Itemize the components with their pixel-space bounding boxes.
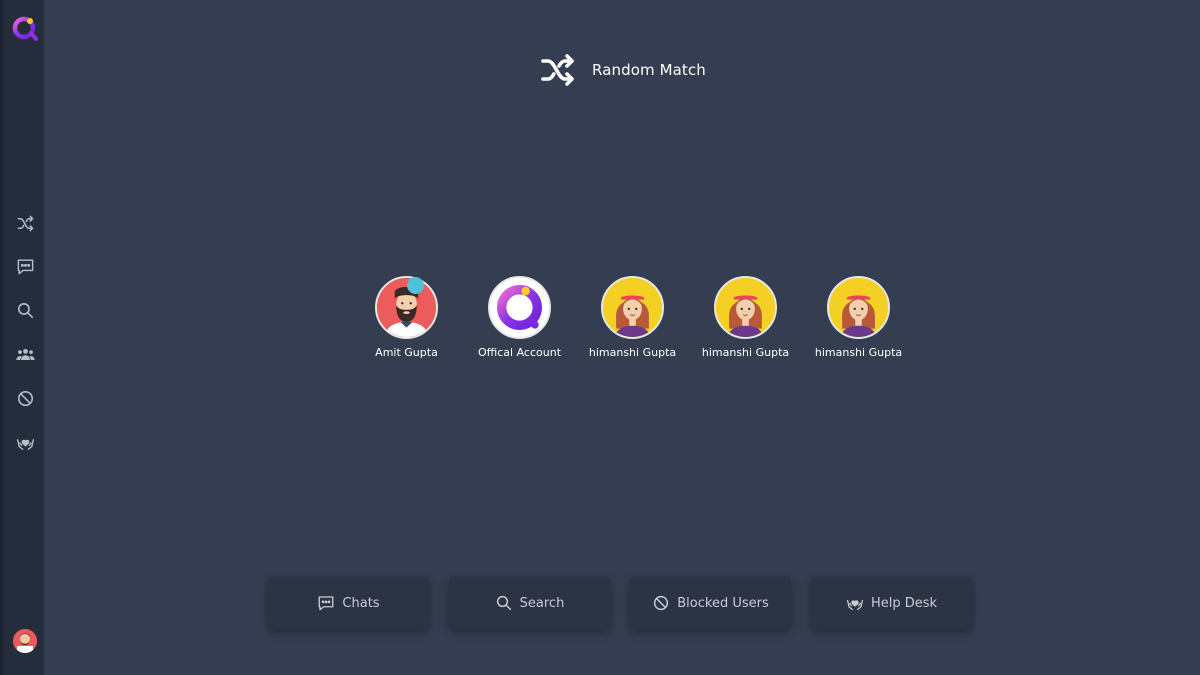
contact-item[interactable]: himanshi Gupta	[576, 276, 689, 359]
contact-item[interactable]: himanshi Gupta	[802, 276, 915, 359]
blocked-users-button[interactable]: Blocked Users	[630, 577, 791, 629]
chat-icon	[318, 596, 334, 611]
contact-item[interactable]: Offical Account	[463, 276, 576, 359]
page-header: Random Match	[540, 52, 706, 88]
chats-button[interactable]: Chats	[268, 577, 429, 629]
help-desk-button[interactable]: Help Desk	[811, 577, 972, 629]
chats-button-label: Chats	[342, 595, 380, 611]
girl-avatar	[601, 276, 664, 339]
contact-item[interactable]: Amit Gupta	[350, 276, 463, 359]
girl-avatar	[827, 276, 890, 339]
block-icon	[654, 595, 669, 611]
help-desk-button-label: Help Desk	[870, 595, 938, 611]
contact-name: himanshi Gupta	[701, 346, 790, 359]
contact-item[interactable]: himanshi Gupta	[689, 276, 802, 359]
helpdesk-icon[interactable]	[13, 430, 37, 454]
girl-avatar	[714, 276, 777, 339]
chat-icon[interactable]	[13, 254, 37, 278]
contact-name: himanshi Gupta	[814, 346, 903, 359]
block-icon[interactable]	[13, 386, 37, 410]
shuffle-icon[interactable]	[13, 211, 37, 235]
blocked-users-button-label: Blocked Users	[677, 595, 769, 611]
sidebar	[0, 0, 44, 675]
users-icon[interactable]	[13, 342, 37, 366]
page-title: Random Match	[592, 61, 706, 79]
shuffle-icon	[541, 54, 574, 86]
user-profile-avatar[interactable]	[13, 629, 37, 653]
contacts-list: Amit Gupta Offical Account himanshi Gupt…	[350, 276, 915, 359]
search-icon[interactable]	[13, 298, 37, 322]
search-button-label: Search	[519, 595, 565, 611]
search-button[interactable]: Search	[449, 577, 610, 629]
contact-name: himanshi Gupta	[588, 346, 677, 359]
app-logo[interactable]	[11, 14, 39, 42]
search-icon	[496, 595, 511, 611]
helpdesk-icon	[846, 599, 864, 611]
online-status-indicator	[407, 277, 424, 294]
contact-name: Amit Gupta	[375, 346, 438, 359]
contact-name: Offical Account	[477, 346, 562, 359]
quick-actions: Chats Search Blocked Users Help Desk	[268, 577, 972, 629]
app-logo-avatar	[488, 276, 551, 339]
